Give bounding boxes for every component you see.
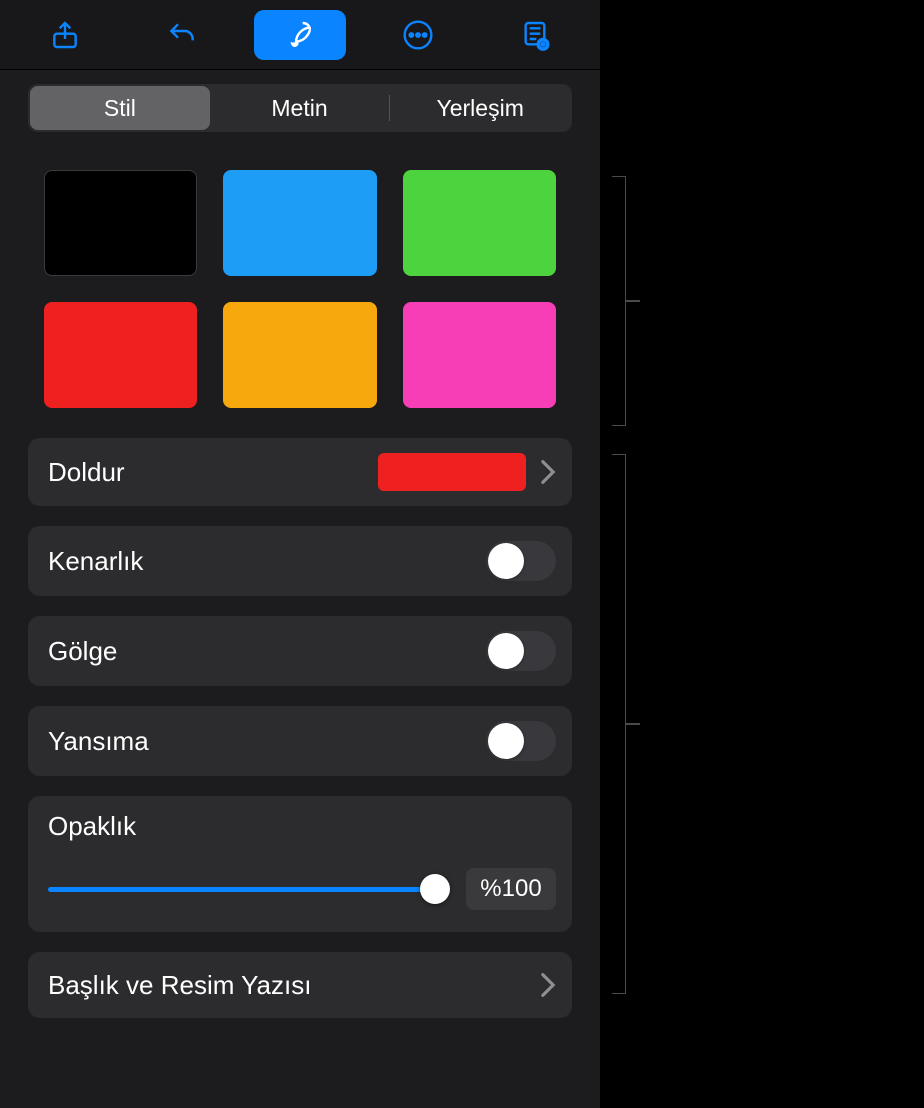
- reflection-row: Yansıma: [28, 706, 572, 776]
- opacity-row: Opaklık %100: [28, 796, 572, 932]
- more-icon: [402, 19, 434, 51]
- chevron-right-icon: [540, 972, 556, 998]
- title-caption-row[interactable]: Başlık ve Resim Yazısı: [28, 952, 572, 1018]
- swatch-orange[interactable]: [223, 302, 376, 408]
- reflection-label: Yansıma: [48, 726, 486, 757]
- switch-knob: [488, 723, 524, 759]
- share-button[interactable]: [19, 10, 111, 60]
- panel-body: Stil Metin Yerleşim Doldur Kenarlık: [0, 70, 600, 1018]
- shadow-switch[interactable]: [486, 631, 556, 671]
- border-label: Kenarlık: [48, 546, 486, 577]
- border-row: Kenarlık: [28, 526, 572, 596]
- chevron-right-icon: [540, 459, 556, 485]
- opacity-label: Opaklık: [48, 811, 556, 842]
- slider-track: [48, 887, 448, 892]
- undo-icon: [166, 19, 198, 51]
- switch-knob: [488, 543, 524, 579]
- format-panel: Stil Metin Yerleşim Doldur Kenarlık: [0, 0, 600, 1108]
- callout-tick: [626, 723, 640, 725]
- callouts-area: [600, 0, 924, 1108]
- shadow-row: Gölge: [28, 616, 572, 686]
- reflection-switch[interactable]: [486, 721, 556, 761]
- brush-icon: [284, 19, 316, 51]
- style-swatch-grid: [14, 156, 586, 438]
- title-caption-label: Başlık ve Resim Yazısı: [48, 970, 540, 1001]
- opacity-controls: %100: [48, 868, 556, 910]
- tab-style[interactable]: Stil: [30, 86, 210, 130]
- swatch-black[interactable]: [44, 170, 197, 276]
- fill-color-preview: [378, 453, 526, 491]
- document-settings-button[interactable]: [489, 10, 581, 60]
- undo-button[interactable]: [136, 10, 228, 60]
- swatch-blue[interactable]: [223, 170, 376, 276]
- swatch-pink[interactable]: [403, 302, 556, 408]
- switch-knob: [488, 633, 524, 669]
- callout-bracket-controls: [612, 454, 626, 994]
- shadow-label: Gölge: [48, 636, 486, 667]
- fill-label: Doldur: [48, 457, 378, 488]
- callout-tick: [626, 300, 640, 302]
- more-button[interactable]: [372, 10, 464, 60]
- border-switch[interactable]: [486, 541, 556, 581]
- swatch-red[interactable]: [44, 302, 197, 408]
- format-button[interactable]: [254, 10, 346, 60]
- opacity-slider[interactable]: [48, 874, 448, 904]
- share-icon: [49, 19, 81, 51]
- segmented-control: Stil Metin Yerleşim: [28, 84, 572, 132]
- toolbar: [0, 0, 600, 70]
- tab-text[interactable]: Metin: [210, 86, 390, 130]
- opacity-value[interactable]: %100: [466, 868, 556, 910]
- fill-row[interactable]: Doldur: [28, 438, 572, 506]
- callout-bracket-swatches: [612, 176, 626, 426]
- slider-thumb[interactable]: [420, 874, 450, 904]
- tab-arrange[interactable]: Yerleşim: [390, 86, 570, 130]
- swatch-green[interactable]: [403, 170, 556, 276]
- document-icon: [519, 19, 551, 51]
